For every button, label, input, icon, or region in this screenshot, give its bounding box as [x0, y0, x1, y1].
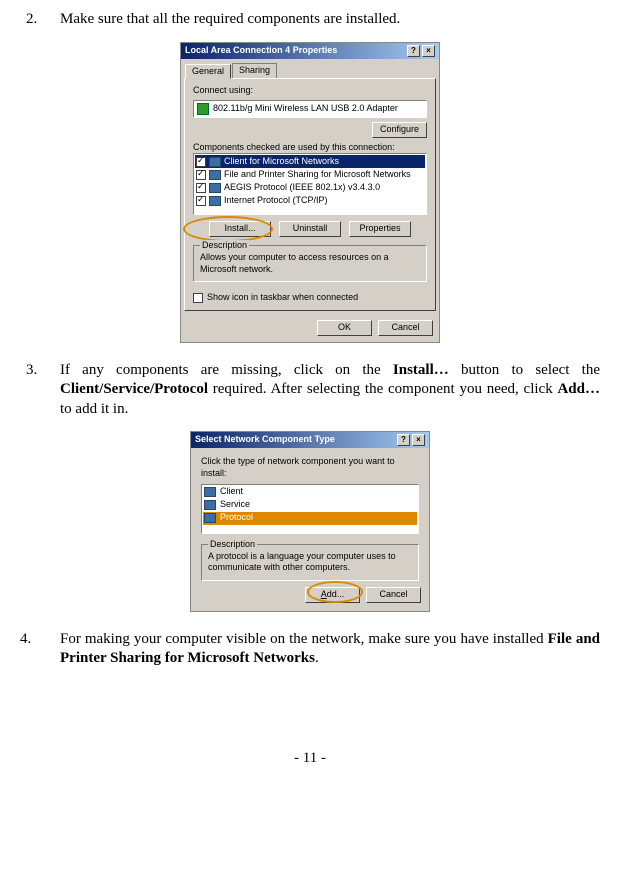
- button-row: Install... Uninstall Properties: [193, 221, 427, 237]
- dialog-footer: OK Cancel: [181, 314, 439, 342]
- tab-sharing[interactable]: Sharing: [232, 63, 277, 79]
- dialog-title: Local Area Connection 4 Properties: [185, 45, 405, 57]
- checkbox-icon[interactable]: [196, 196, 206, 206]
- tab-general[interactable]: General: [185, 64, 231, 80]
- dialog-footer: Add... Cancel: [191, 581, 429, 611]
- properties-dialog: Local Area Connection 4 Properties ? × G…: [180, 42, 440, 343]
- list-item[interactable]: Internet Protocol (TCP/IP): [195, 194, 425, 207]
- adapter-name: 802.11b/g Mini Wireless LAN USB 2.0 Adap…: [213, 103, 398, 115]
- ok-button[interactable]: OK: [317, 320, 372, 336]
- step-3: 3. If any components are missing, click …: [20, 361, 600, 420]
- step-number: 4.: [20, 630, 60, 669]
- install-button[interactable]: Install...: [209, 221, 271, 237]
- client-icon: [204, 487, 216, 497]
- adapter-field: 802.11b/g Mini Wireless LAN USB 2.0 Adap…: [193, 100, 427, 118]
- description-label: Description: [208, 539, 257, 551]
- properties-button[interactable]: Properties: [349, 221, 411, 237]
- help-button[interactable]: ?: [397, 434, 410, 446]
- step-number: 3.: [20, 361, 60, 420]
- uninstall-button[interactable]: Uninstall: [279, 221, 341, 237]
- description-label: Description: [200, 240, 249, 252]
- step-text: For making your computer visible on the …: [60, 630, 600, 669]
- description-group: Description Allows your computer to acce…: [193, 245, 427, 282]
- dialog-panel: Connect using: 802.11b/g Mini Wireless L…: [184, 78, 436, 311]
- list-item[interactable]: Service: [203, 499, 417, 512]
- list-item[interactable]: Client: [203, 486, 417, 499]
- step-text: If any components are missing, click on …: [60, 361, 600, 420]
- type-listbox[interactable]: Client Service Protocol: [201, 484, 419, 534]
- help-button[interactable]: ?: [407, 45, 420, 57]
- checkbox[interactable]: [193, 293, 203, 303]
- list-item[interactable]: AEGIS Protocol (IEEE 802.1x) v3.4.3.0: [195, 181, 425, 194]
- cancel-button[interactable]: Cancel: [378, 320, 433, 336]
- checkbox-icon[interactable]: [196, 157, 206, 167]
- description-text: A protocol is a language your computer u…: [208, 551, 412, 574]
- service-icon: [204, 500, 216, 510]
- checkbox-icon[interactable]: [196, 183, 206, 193]
- cancel-button[interactable]: Cancel: [366, 587, 421, 603]
- protocol-icon: [209, 196, 221, 206]
- protocol-icon: [204, 513, 216, 523]
- protocol-icon: [209, 183, 221, 193]
- instruction-text: Click the type of network component you …: [201, 456, 419, 479]
- tabstrip: General Sharing: [181, 59, 439, 79]
- dialog-body: Click the type of network component you …: [191, 448, 429, 581]
- list-item[interactable]: Protocol: [203, 512, 417, 525]
- step-4: 4. For making your computer visible on t…: [20, 630, 600, 669]
- close-button[interactable]: ×: [412, 434, 425, 446]
- step-number: 2.: [20, 10, 60, 30]
- description-group: Description A protocol is a language you…: [201, 544, 419, 581]
- adapter-icon: [197, 103, 209, 115]
- page-number: - 11 -: [20, 749, 600, 769]
- configure-button[interactable]: Configure: [372, 122, 427, 138]
- show-icon-label: Show icon in taskbar when connected: [207, 292, 358, 304]
- component-type-dialog: Select Network Component Type ? × Click …: [190, 431, 430, 611]
- list-item[interactable]: Client for Microsoft Networks: [195, 155, 425, 168]
- components-label: Components checked are used by this conn…: [193, 142, 427, 154]
- checkbox-icon[interactable]: [196, 170, 206, 180]
- client-icon: [209, 157, 221, 167]
- description-text: Allows your computer to access resources…: [200, 252, 420, 275]
- titlebar: Local Area Connection 4 Properties ? ×: [181, 43, 439, 59]
- close-button[interactable]: ×: [422, 45, 435, 57]
- dialog-title: Select Network Component Type: [195, 434, 395, 446]
- components-listbox[interactable]: Client for Microsoft Networks File and P…: [193, 153, 427, 215]
- step-2: 2. Make sure that all the required compo…: [20, 10, 600, 30]
- connect-using-label: Connect using:: [193, 85, 427, 97]
- service-icon: [209, 170, 221, 180]
- titlebar: Select Network Component Type ? ×: [191, 432, 429, 448]
- add-button[interactable]: Add...: [305, 587, 360, 603]
- configure-row: Configure: [193, 122, 427, 138]
- step-text: Make sure that all the required componen…: [60, 10, 600, 30]
- list-item[interactable]: File and Printer Sharing for Microsoft N…: [195, 168, 425, 181]
- show-icon-row: Show icon in taskbar when connected: [193, 292, 427, 304]
